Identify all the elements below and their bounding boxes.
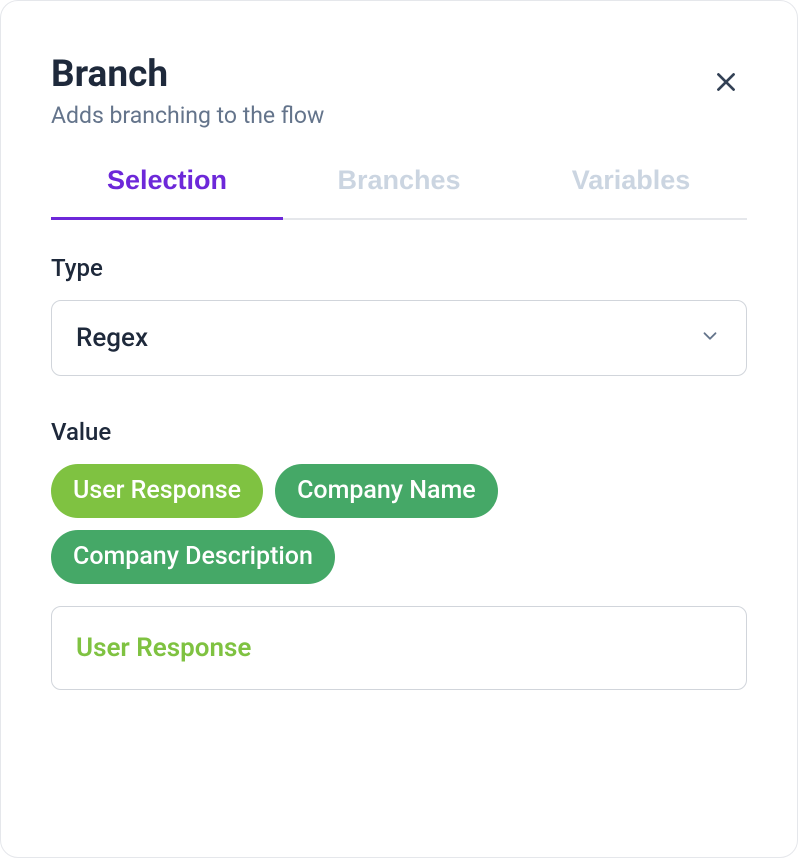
tab-variables[interactable]: Variables <box>515 165 747 218</box>
value-chips: User Response Company Name Company Descr… <box>51 464 747 584</box>
panel-title: Branch <box>51 55 324 96</box>
chip-company-name[interactable]: Company Name <box>275 464 498 518</box>
close-icon <box>713 83 739 98</box>
panel-header: Branch Adds branching to the flow <box>51 55 747 129</box>
branch-panel: Branch Adds branching to the flow Select… <box>0 0 798 858</box>
value-label: Value <box>51 418 747 446</box>
chip-user-response[interactable]: User Response <box>51 464 263 518</box>
tab-bar: Selection Branches Variables <box>51 165 747 220</box>
tab-branches[interactable]: Branches <box>283 165 515 218</box>
chip-company-description[interactable]: Company Description <box>51 530 335 584</box>
type-label: Type <box>51 254 747 282</box>
type-select[interactable]: Regex <box>51 300 747 376</box>
close-button[interactable] <box>705 61 747 106</box>
tab-selection[interactable]: Selection <box>51 165 283 218</box>
type-field: Type Regex <box>51 254 747 376</box>
value-field: Value User Response Company Name Company… <box>51 418 747 690</box>
panel-subtitle: Adds branching to the flow <box>51 102 324 129</box>
value-input[interactable] <box>51 606 747 690</box>
